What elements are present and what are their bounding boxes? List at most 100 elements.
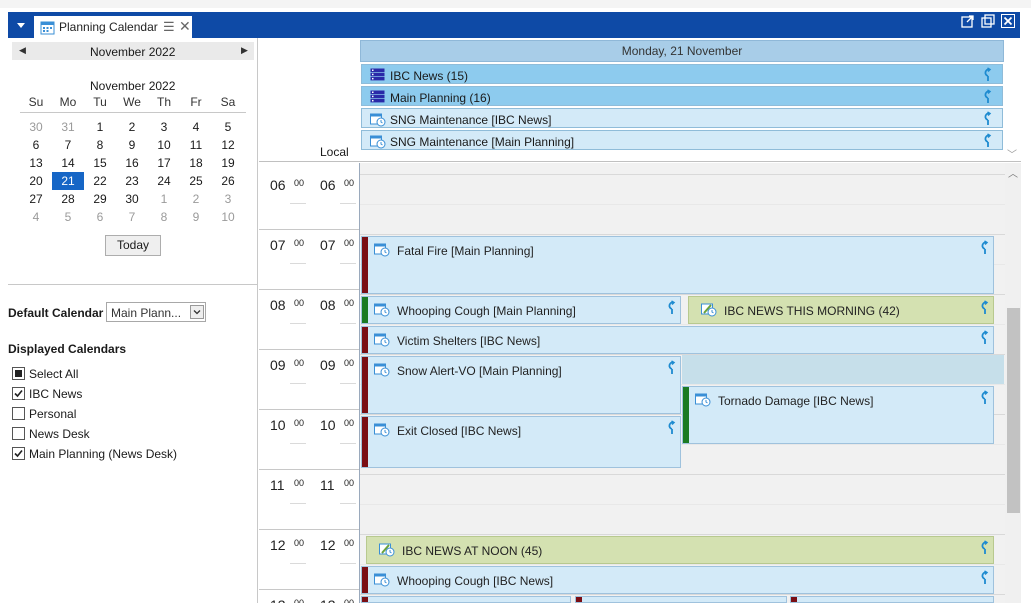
dropdown-arrow-icon[interactable]	[14, 19, 28, 33]
all-day-event[interactable]: Main Planning (16)	[361, 86, 1003, 106]
all-day-event[interactable]: IBC News (15)	[361, 64, 1003, 84]
status-bar	[362, 327, 368, 353]
appointment[interactable]: Fatal Fire [Main Planning]	[361, 236, 994, 294]
mini-calendar-day[interactable]: 4	[20, 208, 52, 226]
minute-label: 00	[294, 538, 305, 548]
mini-calendar-day[interactable]: 14	[52, 154, 84, 172]
calendar-checkbox[interactable]	[12, 387, 25, 400]
appointment[interactable]: Tornado Damage [IBC News]	[682, 386, 994, 444]
appointment-partial[interactable]	[361, 596, 571, 603]
appointment[interactable]: Whooping Cough [Main Planning]	[361, 296, 681, 324]
calendar-item[interactable]: Main Planning (News Desk)	[12, 446, 242, 466]
default-calendar-label: Default Calendar	[8, 306, 104, 320]
allday-scroll-down-icon[interactable]: ﹀	[1007, 146, 1017, 161]
popout-icon[interactable]	[961, 14, 975, 28]
hour-label: 06	[270, 177, 286, 193]
mini-calendar-day[interactable]: 8	[84, 136, 116, 154]
mini-calendar-day[interactable]: 16	[116, 154, 148, 172]
appointment[interactable]: IBC NEWS AT NOON (45)	[366, 536, 994, 564]
mini-calendar-day[interactable]: 10	[148, 136, 180, 154]
calendar-checkbox[interactable]	[12, 447, 25, 460]
appointment[interactable]: Whooping Cough [IBC News]	[361, 566, 994, 594]
mini-calendar-day[interactable]: 5	[52, 208, 84, 226]
mini-calendar-day[interactable]: 5	[212, 118, 244, 136]
appointment[interactable]: Victim Shelters [IBC News]	[361, 326, 994, 354]
mini-calendar-day[interactable]: 24	[148, 172, 180, 190]
calendar-item[interactable]: News Desk	[12, 426, 242, 446]
tab-menu-icon[interactable]: ☰	[163, 19, 175, 35]
minute-label: 00	[294, 178, 305, 188]
mini-calendar-day[interactable]: 23	[116, 172, 148, 190]
tab-title: Planning Calendar	[59, 20, 158, 34]
tab-close-icon[interactable]: ✕	[179, 18, 191, 35]
appointment-title: Victim Shelters [IBC News]	[397, 334, 541, 348]
mini-calendar-day[interactable]: 1	[148, 190, 180, 208]
minute-label: 00	[344, 478, 355, 488]
prev-month-icon[interactable]: ◀	[19, 45, 26, 56]
mini-calendar-day[interactable]: 6	[84, 208, 116, 226]
mini-calendar-day[interactable]: 6	[20, 136, 52, 154]
default-calendar-select[interactable]: Main Plann...	[106, 302, 206, 322]
allday-divider	[259, 161, 1021, 162]
half-hour-line	[360, 504, 1005, 505]
close-icon[interactable]	[1001, 14, 1015, 28]
mini-calendar-day[interactable]: 30	[20, 118, 52, 136]
minute-label: 00	[344, 418, 355, 428]
appointment-partial[interactable]	[575, 596, 787, 603]
mini-calendar-day[interactable]: 22	[84, 172, 116, 190]
calendar-clock-icon	[374, 242, 390, 260]
maximize-icon[interactable]	[981, 14, 995, 28]
all-day-event[interactable]: SNG Maintenance [Main Planning]	[361, 130, 1003, 150]
mini-calendar-day[interactable]: 4	[180, 118, 212, 136]
mini-calendar-day[interactable]: 18	[180, 154, 212, 172]
mini-calendar-day[interactable]: 7	[52, 136, 84, 154]
mini-calendar-day[interactable]: 26	[212, 172, 244, 190]
mini-calendar-day[interactable]: 28	[52, 190, 84, 208]
mini-calendar-day[interactable]: 3	[212, 190, 244, 208]
mini-calendar-day[interactable]: 10	[212, 208, 244, 226]
today-button[interactable]: Today	[105, 235, 161, 256]
day-of-week: We	[123, 95, 141, 109]
window-top-strip	[0, 0, 1031, 8]
appointment[interactable]: Exit Closed [IBC News]	[361, 416, 681, 468]
calendar-checkbox[interactable]	[12, 367, 25, 380]
time-axis-line	[259, 529, 359, 530]
calendar-checkbox[interactable]	[12, 427, 25, 440]
mini-calendar-day[interactable]: 19	[212, 154, 244, 172]
mini-calendar-day[interactable]: 20	[20, 172, 52, 190]
minute-label: 00	[294, 418, 305, 428]
mini-calendar-day[interactable]: 31	[52, 118, 84, 136]
calendar-item[interactable]: IBC News	[12, 386, 242, 406]
mini-calendar-day[interactable]: 17	[148, 154, 180, 172]
mini-calendar-day[interactable]: 2	[180, 190, 212, 208]
mini-calendar-day[interactable]: 21	[52, 172, 84, 190]
mini-calendar-day[interactable]: 8	[148, 208, 180, 226]
mini-calendar-day[interactable]: 13	[20, 154, 52, 172]
mini-calendar-day[interactable]: 9	[116, 136, 148, 154]
appointment[interactable]: Snow Alert-VO [Main Planning]	[361, 356, 681, 414]
tab-planning-calendar[interactable]: Planning Calendar ☰ ✕	[33, 15, 193, 39]
scroll-up-icon[interactable]: ︿	[1008, 165, 1018, 180]
mini-calendar-day[interactable]: 2	[116, 118, 148, 136]
all-day-event[interactable]: SNG Maintenance [IBC News]	[361, 108, 1003, 128]
mini-calendar-day[interactable]: 3	[148, 118, 180, 136]
mini-calendar-day[interactable]: 9	[180, 208, 212, 226]
mini-calendar-day[interactable]: 7	[116, 208, 148, 226]
calendar-item[interactable]: Select All	[12, 366, 242, 386]
scrollbar-thumb[interactable]	[1007, 308, 1020, 513]
mini-calendar-day[interactable]: 12	[212, 136, 244, 154]
calendar-item[interactable]: Personal	[12, 406, 242, 426]
calendar-clock-icon	[374, 362, 390, 380]
mini-calendar-day[interactable]: 29	[84, 190, 116, 208]
mini-calendar-day[interactable]: 11	[180, 136, 212, 154]
mini-calendar-day[interactable]: 1	[84, 118, 116, 136]
mini-calendar-day[interactable]: 27	[20, 190, 52, 208]
mini-calendar-day[interactable]: 25	[180, 172, 212, 190]
recurrence-icon	[983, 89, 992, 108]
appointment[interactable]: IBC NEWS THIS MORNING (42)	[688, 296, 994, 324]
appointment-partial[interactable]	[790, 596, 994, 603]
mini-calendar-day[interactable]: 30	[116, 190, 148, 208]
next-month-icon[interactable]: ▶	[241, 45, 248, 56]
calendar-checkbox[interactable]	[12, 407, 25, 420]
mini-calendar-day[interactable]: 15	[84, 154, 116, 172]
